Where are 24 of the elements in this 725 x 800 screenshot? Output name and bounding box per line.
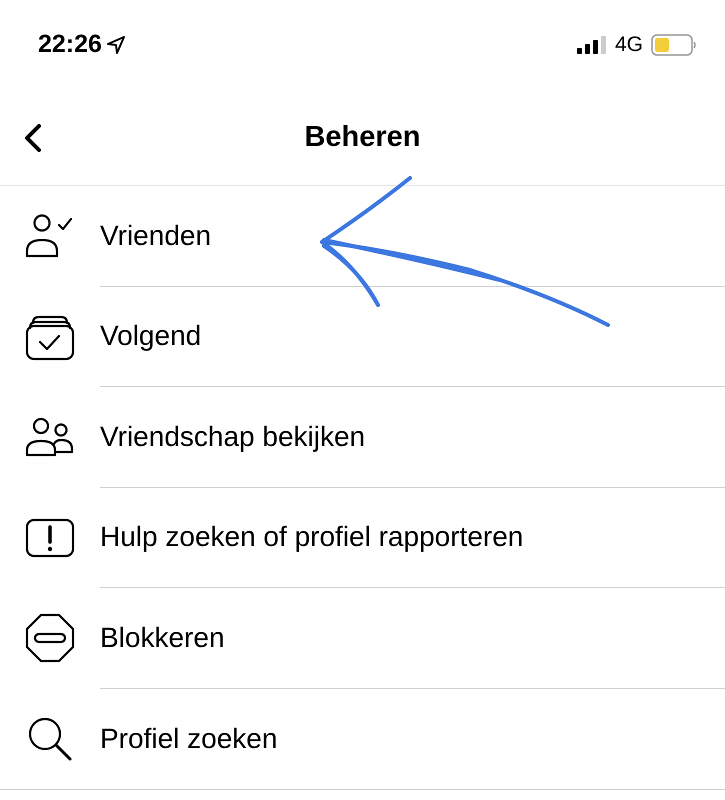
menu-item[interactable]: Volgend — [0, 286, 725, 387]
battery-icon — [651, 34, 697, 56]
block-icon — [25, 613, 75, 664]
person-check-icon — [25, 213, 75, 260]
clock-time: 22:26 — [38, 29, 102, 60]
two-people-icon — [25, 417, 75, 458]
menu-item[interactable]: Blokkeren — [0, 588, 725, 688]
menu-label: Volgend — [100, 319, 202, 354]
network-type: 4G — [614, 32, 643, 58]
menu-item[interactable]: Vriendschap bekijken — [0, 387, 725, 488]
menu-item[interactable]: Hulp zoeken of profiel rapporteren — [0, 488, 725, 588]
menu-label: Hulp zoeken of profiel rapporteren — [100, 520, 524, 554]
menu-label: Blokkeren — [100, 620, 225, 655]
signal-icon — [576, 35, 607, 55]
menu-label: Vrienden — [100, 218, 212, 253]
menu-item[interactable]: Profiel zoeken — [0, 688, 725, 789]
back-button[interactable] — [22, 122, 44, 154]
menu-label: Vriendschap bekijken — [100, 420, 366, 454]
exclamation-icon — [25, 518, 75, 558]
menu-label: Profiel zoeken — [100, 722, 278, 756]
page-title: Beheren — [304, 120, 421, 155]
search-icon — [27, 716, 73, 762]
location-icon — [106, 35, 126, 55]
menu-item[interactable]: Vrienden — [0, 186, 725, 286]
